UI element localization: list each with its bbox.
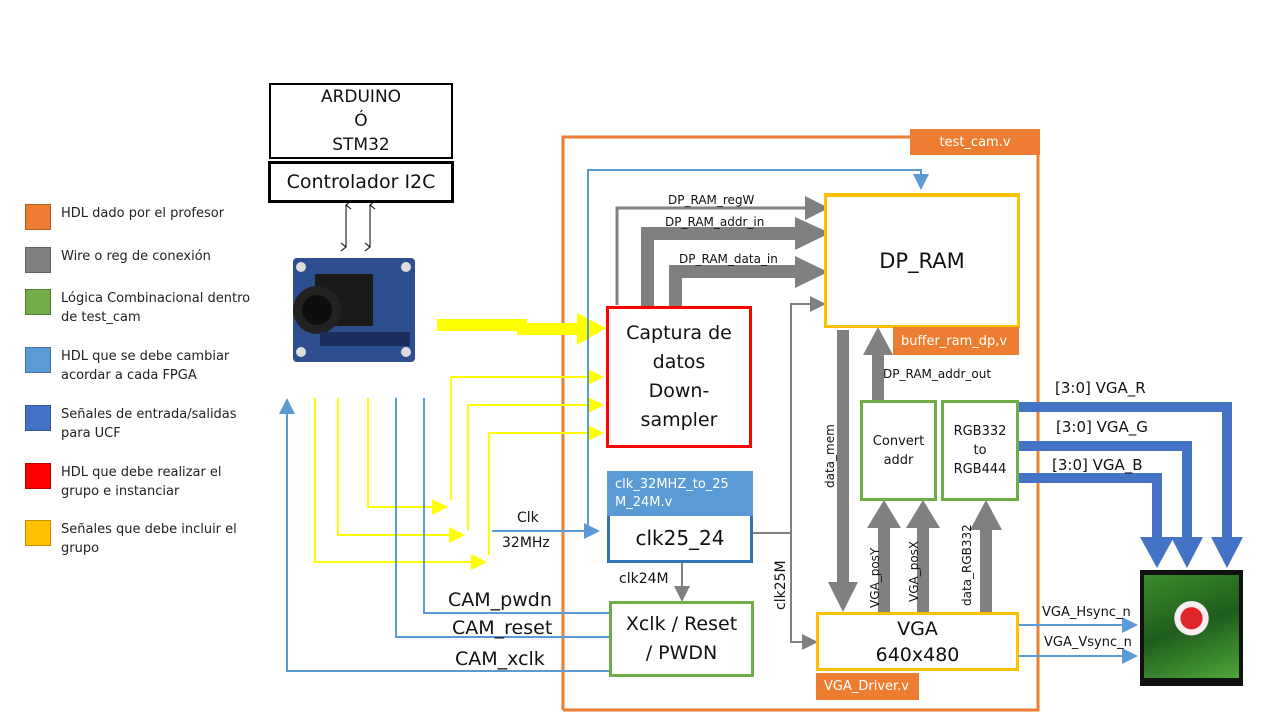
legend-label: HDL que debe realizar el grupo e instanc… [61,465,222,499]
legend-swatch-gray [25,247,51,273]
convert-line: addr [883,452,914,468]
rgb-line: RGB332 [953,424,1007,439]
rgb-line: RGB444 [953,462,1007,477]
clk-file-name-line: clk_32MHZ_to_25 [615,476,729,492]
signal-label-vga-r: [3:0] VGA_R [1055,379,1146,397]
clk25m-wire [752,296,826,534]
signal-label-vga-g: [3:0] VGA_G [1056,418,1148,436]
convert-addr-block: Convert addr [860,400,937,501]
signal-label-data-mem: data_mem [823,424,837,488]
camera-module-image [293,258,415,362]
rgb-line: to [973,443,987,458]
legend-swatch-green [25,289,51,315]
rgb332-to-rgb444-block: RGB332 to RGB444 [941,400,1019,501]
legend-swatch-blue [25,405,51,431]
clk25-24-label: clk25_24 [635,526,725,550]
capture-line: datos [652,351,706,373]
vga-line: VGA [897,617,938,640]
signal-label-vsync: VGA_Vsync_n [1044,635,1132,650]
vga-driver-file-name: VGA_Driver.v [824,679,909,694]
clk25m-vga-wire [790,533,818,650]
signal-label-data-in: DP_RAM_data_in [679,252,778,266]
vga-monitor-image [1140,570,1243,686]
monitor-screen [1144,575,1239,678]
legend-item: Señales que debe incluir el grupo [25,520,261,558]
capture-line: Captura de [626,322,732,344]
signal-label-cam-pwdn: CAM_pwdn [448,589,552,611]
dp-ram-addr-out-bus [863,327,893,400]
camera-sync-wires [314,369,604,570]
legend-label: HDL que se debe cambiar acordar a cada F… [61,349,230,383]
signal-label-cam-xclk: CAM_xclk [455,648,545,670]
legend-item: Señales de entrada/salidas para UCF [25,405,261,443]
legend-label: HDL dado por el profesor [61,206,225,221]
xclk-line: Xclk / Reset [625,613,738,635]
signal-label-clk24m: clk24M [619,571,669,587]
controller-line: Ó [354,111,368,131]
legend-item: Lógica Combinacional dentro de test_cam [25,289,261,327]
test-cam-module-name: test_cam.v [939,134,1011,150]
legend-swatch-yellow [25,520,51,546]
clk-file-tag: clk_32MHZ_to_25 M_24M.v [607,471,753,516]
vga-line: 640x480 [875,643,960,666]
data-rgb332-bus [970,500,1002,612]
controller-line: STM32 [332,135,390,155]
controller-line: ARDUINO [320,87,402,107]
signal-label-addr-out: DP_RAM_addr_out [883,367,992,381]
xclk-line: / PWDN [645,642,718,664]
legend-label: Wire o reg de conexión [61,249,211,264]
legend-label: Lógica Combinacional dentro de test_cam [61,291,251,325]
capture-line: Down- [648,380,710,402]
legend-swatch-red [25,463,51,489]
signal-label-cam-reset: CAM_reset [452,617,553,639]
signal-label-regw: DP_RAM_regW [668,193,755,207]
legend-item: HDL dado por el profesor [25,204,261,230]
dp-ram-file-name: buffer_ram_dp,v [901,333,1008,349]
legend-swatch-light-blue [25,347,51,373]
signal-label-vga-posy: VGA_posY [868,547,882,608]
clk-file-name-line: M_24M.v [615,494,673,510]
vga-driver-file-tag: VGA_Driver.v [816,673,919,700]
clk25-24-block: clk25_24 [607,516,753,563]
signal-label-hsync: VGA_Hsync_n [1042,605,1131,620]
test-cam-module-tag: test_cam.v [910,129,1040,155]
dp-ram-file-tag: buffer_ram_dp,v [893,327,1019,355]
signal-label-32mhz: 32MHz [502,535,550,551]
camera-data-arrow [437,313,606,345]
dp-ram-label: DP_RAM [879,249,965,273]
signal-label-clk25m: clk25M [773,560,789,610]
legend-label: Señales de entrada/salidas para UCF [61,407,237,441]
legend-item: HDL que se debe cambiar acordar a cada F… [25,347,261,385]
i2c-controller-block: Controlador I2C [268,161,454,203]
vga-driver-block: VGA 640x480 [816,612,1019,671]
capture-downsampler-block: Captura de datos Down- sampler [606,306,752,448]
legend-item: HDL que debe realizar el grupo e instanc… [25,463,261,501]
legend-swatch-orange [25,204,51,230]
dp-ram-block: DP_RAM [824,193,1020,328]
legend-item: Wire o reg de conexión [25,247,261,273]
i2c-controller-label: Controlador I2C [286,171,436,193]
signal-label-data-rgb332: data_RGB332 [960,524,974,606]
signal-label-vga-b: [3:0] VGA_B [1052,456,1143,474]
convert-line: Convert [872,433,925,449]
xclk-reset-pwdn-block: Xclk / Reset / PWDN [609,601,754,677]
capture-line: sampler [640,409,718,431]
signal-label-clk: Clk [517,510,539,526]
signal-label-addr-in: DP_RAM_addr_in [665,215,765,229]
arduino-stm32-block: ARDUINO Ó STM32 [269,83,453,159]
signal-label-vga-posx: VGA_posX [907,540,921,602]
legend-label: Señales que debe incluir el grupo [61,522,237,556]
